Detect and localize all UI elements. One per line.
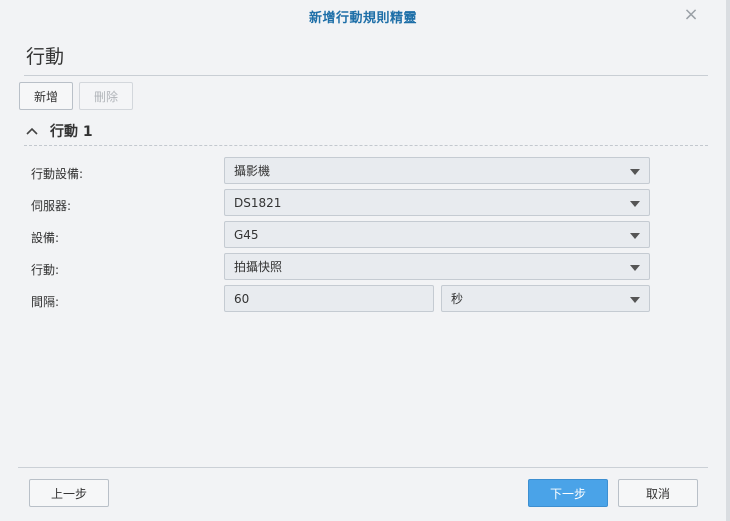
- dialog-titlebar: 新增行動規則精靈 ×: [0, 0, 726, 32]
- cancel-button[interactable]: 取消: [618, 479, 698, 507]
- chevron-down-icon: [630, 297, 640, 303]
- footer-divider: [18, 467, 708, 468]
- device-select[interactable]: G45: [224, 221, 650, 248]
- chevron-down-icon: [630, 169, 640, 175]
- server-label: 伺服器:: [31, 199, 72, 213]
- device-type-select[interactable]: 攝影機: [224, 157, 650, 184]
- section-divider: [24, 145, 708, 146]
- close-icon[interactable]: ×: [682, 6, 700, 24]
- next-button[interactable]: 下一步: [528, 479, 608, 507]
- chevron-down-icon: [630, 201, 640, 207]
- server-select[interactable]: DS1821: [224, 189, 650, 216]
- title-divider: [24, 75, 708, 76]
- chevron-down-icon: [630, 233, 640, 239]
- section-header-action-1[interactable]: 行動 1: [24, 120, 93, 142]
- device-type-value: 攝影機: [234, 164, 271, 178]
- interval-unit-value: 秒: [451, 292, 464, 306]
- interval-unit-select[interactable]: 秒: [441, 285, 650, 312]
- chevron-down-icon: [630, 265, 640, 271]
- delete-button[interactable]: 刪除: [79, 82, 133, 110]
- action-value: 拍攝快照: [234, 260, 283, 274]
- device-value: G45: [234, 227, 259, 242]
- action-select[interactable]: 拍攝快照: [224, 253, 650, 280]
- server-value: DS1821: [234, 195, 282, 210]
- previous-button[interactable]: 上一步: [29, 479, 109, 507]
- page-title: 行動: [26, 46, 65, 68]
- action-label: 行動:: [31, 263, 60, 277]
- section-title: 行動 1: [50, 124, 93, 140]
- wizard-dialog: 新增行動規則精靈 × 行動 新增 刪除 行動 1 行動設備: 攝影機 伺服器: …: [0, 0, 730, 521]
- chevron-up-icon[interactable]: [24, 123, 40, 139]
- interval-input[interactable]: 60: [224, 285, 434, 312]
- device-type-label: 行動設備:: [31, 167, 84, 181]
- device-label: 設備:: [31, 231, 60, 245]
- interval-value: 60: [234, 291, 250, 306]
- add-button[interactable]: 新增: [19, 82, 73, 110]
- dialog-title: 新增行動規則精靈: [308, 10, 417, 26]
- interval-label: 間隔:: [31, 295, 60, 309]
